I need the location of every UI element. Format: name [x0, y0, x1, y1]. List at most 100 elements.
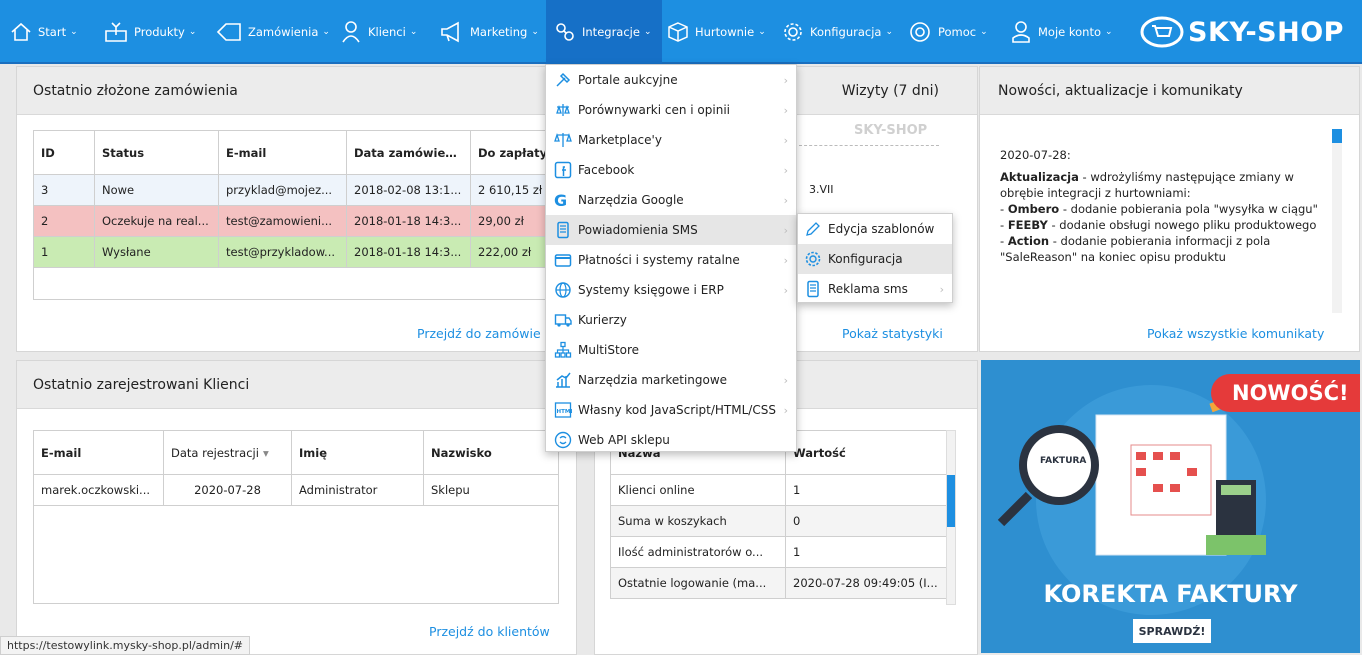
client-last-name: Sklepu [423, 474, 559, 506]
recent-orders-title: Ostatnio złożone zamówienia [17, 67, 576, 115]
nav-zamowienia[interactable]: Zamówienia ⌄ [216, 0, 330, 64]
banner-title: KOREKTA FAKTURY [1043, 580, 1298, 608]
nav-integracje[interactable]: Integracje ⌄ [546, 0, 662, 64]
client-email: marek.oczkowski... [33, 474, 164, 506]
stats-table: Nazwa Wartość Klienci online 1 Suma w kos… [610, 430, 947, 599]
order-row[interactable]: 1 Wysłane test@przykladow... 2018-01-18 14:… [33, 236, 579, 268]
stats-scrollbar-track[interactable] [946, 430, 956, 605]
facebook-icon [554, 161, 572, 179]
banner-cta-button[interactable]: SPRAWDŹ! [1133, 619, 1211, 643]
menu-item-facebook[interactable]: Facebook › [546, 155, 796, 185]
submenu-item-edycja-szablonow[interactable]: Edycja szablonów [798, 214, 952, 244]
sms-submenu: Edycja szablonów Konfiguracja Reklama sm… [797, 213, 953, 303]
cart-logo-icon [1140, 16, 1184, 48]
integration-icon [556, 23, 574, 41]
order-id: 1 [33, 236, 95, 268]
network-icon [554, 341, 572, 358]
menu-item-sms[interactable]: Powiadomienia SMS › [546, 215, 796, 245]
nav-marketing[interactable]: Marketing ⌄ [440, 0, 539, 64]
order-email: test@przykladow... [218, 236, 347, 268]
top-navigation: Start ⌄ Produkty ⌄ Zamówienia ⌄ Klienci ⌄ Ma… [0, 0, 1362, 64]
nav-marketing-label: Marketing [470, 25, 528, 39]
empty-row [33, 267, 579, 300]
col-last-name[interactable]: Nazwisko [423, 430, 559, 475]
menu-item-ksiegowe[interactable]: Systemy księgowe i ERP › [546, 275, 796, 305]
col-value[interactable]: Wartość [785, 430, 947, 475]
news-panel: Nowości, aktualizacje i komunikaty 2020-… [979, 66, 1360, 352]
order-status: Wysłane [94, 236, 219, 268]
menu-item-multistore[interactable]: MultiStore [546, 335, 796, 365]
show-stats-link[interactable]: Pokaż statystyki [842, 326, 943, 341]
menu-item-google[interactable]: G Narzędzia Google › [546, 185, 796, 215]
stats-row: Ostatnie logowanie (ma... 2020-07-28 09:4… [610, 567, 947, 599]
col-client-email[interactable]: E-mail [33, 430, 164, 475]
cube-icon [668, 22, 688, 42]
nav-produkty-label: Produkty [134, 25, 185, 39]
col-registration-date[interactable]: Data rejestracji ▾ [163, 430, 292, 475]
menu-item-web-api[interactable]: Web API sklepu [546, 425, 796, 455]
go-to-clients-link[interactable]: Przejdź do klientów [429, 624, 550, 639]
logo-text: SKY-SHOP [1188, 16, 1344, 48]
order-date: 2018-01-18 14:3... [346, 205, 471, 237]
promo-banner[interactable]: NOWOŚĆ! FAKTURA KOREKTA FAKTURY SPRAWDŹ! [981, 360, 1360, 653]
go-to-orders-link[interactable]: Przejdź do zamówie [417, 326, 541, 341]
order-date: 2018-01-18 14:3... [346, 236, 471, 268]
col-status[interactable]: Status [94, 130, 219, 175]
nav-konfiguracja-label: Konfiguracja [810, 25, 882, 39]
client-first-name: Administrator [291, 474, 424, 506]
col-first-name[interactable]: Imię [291, 430, 424, 475]
help-icon [910, 22, 930, 42]
nav-produkty[interactable]: Produkty ⌄ [104, 0, 196, 64]
menu-item-marketplace[interactable]: Marketplace'y › [546, 125, 796, 155]
sms-icon [557, 221, 569, 239]
nav-klienci[interactable]: Klienci ⌄ [340, 0, 417, 64]
show-all-news-link[interactable]: Pokaż wszystkie komunikaty [1147, 326, 1324, 341]
menu-item-marketingowe[interactable]: Narzędzia marketingowe › [546, 365, 796, 395]
menu-item-portale[interactable]: Portale aukcyjne › [546, 65, 796, 95]
client-date: 2020-07-28 [163, 474, 292, 506]
home-icon [11, 22, 31, 41]
news-line: - Ombero - dodanie pobierania pola "wysy… [1000, 202, 1318, 216]
col-date[interactable]: Data zamówieni... [346, 130, 471, 175]
recent-clients-title: Ostatnio zarejestrowani Klienci [17, 361, 576, 409]
order-email: test@zamowieni... [218, 205, 347, 237]
nav-pomoc[interactable]: Pomoc ⌄ [908, 0, 988, 64]
nav-start[interactable]: Start ⌄ [10, 0, 78, 64]
order-status: Oczekuje na real... [94, 205, 219, 237]
svg-text:HTML: HTML [557, 409, 573, 415]
stats-row: Suma w koszykach 0 [610, 505, 947, 537]
news-scrollbar-track[interactable] [1332, 129, 1342, 313]
nav-pomoc-label: Pomoc [938, 25, 977, 39]
order-id: 3 [33, 174, 95, 206]
order-id: 2 [33, 205, 95, 237]
news-scrollbar-thumb[interactable] [1332, 129, 1342, 143]
chart-axis-label: 3.VII [809, 183, 834, 196]
news-line: - Action - dodanie pobierania informacji… [1000, 234, 1271, 264]
sky-shop-logo[interactable]: SKY-SHOP [1140, 12, 1344, 52]
nav-konfiguracja[interactable]: Konfiguracja ⌄ [782, 0, 893, 64]
chart-icon [556, 372, 571, 388]
menu-item-kurierzy[interactable]: Kurierzy [546, 305, 796, 335]
menu-item-platnosci[interactable]: Płatności i systemy ratalne › [546, 245, 796, 275]
client-row[interactable]: marek.oczkowski... 2020-07-28 Administra… [33, 474, 559, 506]
order-row[interactable]: 2 Oczekuje na real... test@zamowieni... 201… [33, 205, 579, 237]
col-email[interactable]: E-mail [218, 130, 347, 175]
empty-row [33, 505, 559, 604]
col-id[interactable]: ID [33, 130, 95, 175]
nav-hurtownie[interactable]: Hurtownie ⌄ [667, 0, 766, 64]
megaphone-icon [441, 21, 459, 43]
integracje-dropdown: Portale aukcyjne › Porównywarki cen i opi… [545, 64, 797, 452]
stats-row: Klienci online 1 [610, 474, 947, 506]
submenu-item-konfiguracja[interactable]: Konfiguracja [798, 244, 952, 274]
news-title: Nowości, aktualizacje i komunikaty [980, 67, 1359, 115]
comparison-icon [556, 104, 570, 116]
nav-moje-konto[interactable]: Moje konto ⌄ [1010, 0, 1113, 64]
tag-icon [216, 23, 241, 41]
menu-item-wlasny-kod[interactable]: HTML Własny kod JavaScript/HTML/CSS› [546, 395, 796, 425]
menu-item-porownywarki[interactable]: Porównywarki cen i opinii › [546, 95, 796, 125]
stats-scrollbar-thumb[interactable] [947, 475, 955, 527]
order-row[interactable]: 3 Nowe przyklad@mojez... 2018-02-08 13:1...… [33, 174, 579, 206]
order-email: przyklad@mojez... [218, 174, 347, 206]
html-icon: HTML [554, 402, 573, 418]
submenu-item-reklama-sms[interactable]: Reklama sms › [798, 274, 952, 304]
